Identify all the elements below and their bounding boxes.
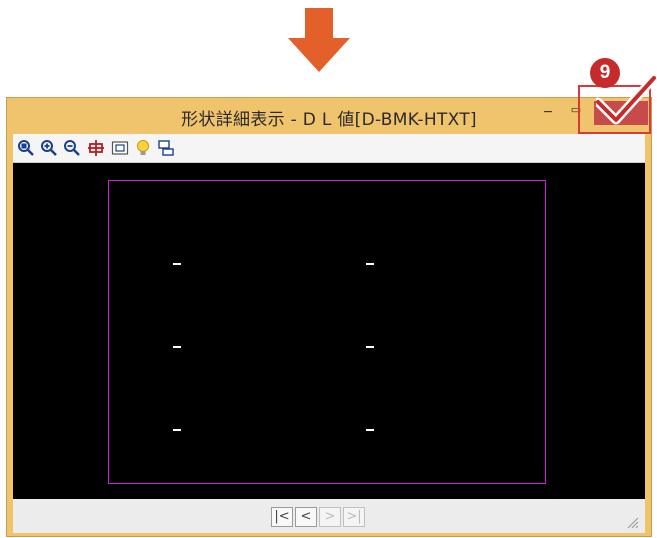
next-page-button[interactable]: >: [319, 507, 341, 527]
shape-outline-frame: [108, 180, 546, 484]
checkmark-icon: [596, 76, 657, 125]
dimension-mark: [366, 263, 374, 265]
dimension-mark: [173, 263, 181, 265]
zoom-in-icon[interactable]: [40, 139, 58, 157]
first-page-button[interactable]: |<: [271, 507, 293, 527]
zoom-fit-icon[interactable]: [17, 139, 35, 157]
toolbar: [13, 134, 645, 163]
dimension-mark: [173, 429, 181, 431]
zoom-out-icon[interactable]: [63, 139, 81, 157]
down-arrow-icon: [288, 8, 350, 72]
resize-grip-icon[interactable]: [625, 515, 639, 529]
minimize-button[interactable]: −: [535, 102, 561, 126]
lightbulb-icon[interactable]: [134, 139, 152, 157]
reset-view-icon[interactable]: [111, 139, 129, 157]
navigation-bar: |< < > >|: [13, 499, 645, 533]
drawing-canvas[interactable]: [13, 163, 645, 499]
dimension-mark: [366, 429, 374, 431]
dimension-mark: [173, 346, 181, 348]
title-bar[interactable]: 形状詳細表示 - D L 値[D-BMK-HTXT] − ▭ ×: [7, 98, 651, 134]
pan-icon[interactable]: [87, 139, 105, 157]
network-icon[interactable]: [157, 139, 175, 157]
shape-detail-window: 形状詳細表示 - D L 値[D-BMK-HTXT] − ▭ × |< < > …: [6, 97, 652, 537]
dimension-mark: [366, 346, 374, 348]
last-page-button[interactable]: >|: [343, 507, 365, 527]
previous-page-button[interactable]: <: [295, 507, 317, 527]
